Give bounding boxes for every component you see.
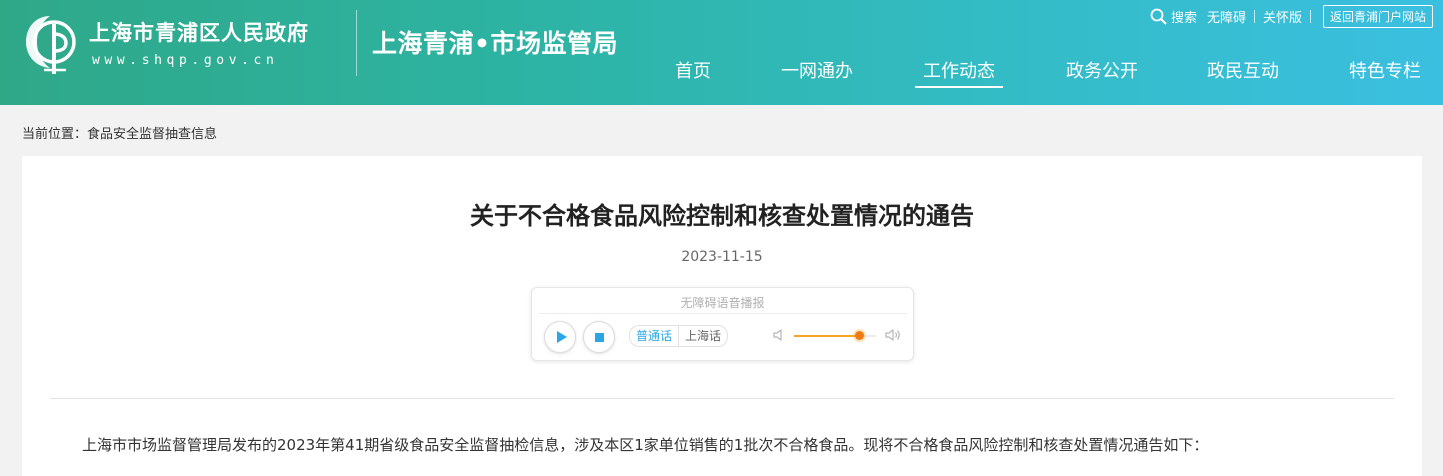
volume-slider-handle[interactable] xyxy=(854,331,864,340)
dialect-shanghainese[interactable]: 上海话 xyxy=(678,326,727,346)
volume-slider-fill xyxy=(794,335,860,337)
main-nav: 首页 一网通办 工作动态 政务公开 政民互动 特色专栏 xyxy=(660,57,1443,88)
nav-item-government-affairs[interactable]: 政务公开 xyxy=(1066,57,1138,83)
top-links: 搜索 无障碍 关怀版 返回青浦门户网站 xyxy=(1150,4,1433,28)
dialect-mandarin[interactable]: 普通话 xyxy=(630,326,678,346)
article-panel: 关于不合格食品风险控制和核查处置情况的通告 2023-11-15 无障碍语音播报… xyxy=(22,156,1422,476)
nav-item-home[interactable]: 首页 xyxy=(675,57,711,83)
article-title: 关于不合格食品风险控制和核查处置情况的通告 xyxy=(470,202,974,230)
search-link-label: 搜索 xyxy=(1170,10,1197,26)
play-button[interactable] xyxy=(544,321,576,353)
nav-item-work-news[interactable]: 工作动态 xyxy=(915,57,1003,88)
play-icon xyxy=(557,331,567,343)
search-link[interactable]: 搜索 xyxy=(1150,7,1197,26)
return-portal-button[interactable]: 返回青浦门户网站 xyxy=(1322,4,1433,28)
breadcrumb-current[interactable]: 食品安全监督抽查信息 xyxy=(87,127,217,142)
volume-high-icon[interactable] xyxy=(884,328,902,342)
voice-player: 无障碍语音播报 普通话 上海话 xyxy=(531,287,914,361)
government-emblem-logo[interactable] xyxy=(22,12,78,76)
breadcrumb: 当前位置：食品安全监督抽查信息 xyxy=(22,123,217,142)
government-name[interactable]: 上海市青浦区人民政府 xyxy=(89,17,309,47)
nav-item-citizen-interaction[interactable]: 政民互动 xyxy=(1207,57,1279,83)
volume-low-icon[interactable] xyxy=(772,328,786,342)
article-divider xyxy=(50,398,1394,399)
accessibility-link[interactable]: 无障碍 xyxy=(1207,7,1246,26)
site-name[interactable]: 上海青浦•市场监管局 xyxy=(372,24,618,60)
nav-item-one-stop-service[interactable]: 一网通办 xyxy=(781,57,853,83)
government-url[interactable]: www.shqp.gov.cn xyxy=(92,53,278,68)
stop-icon xyxy=(595,333,604,342)
volume-slider[interactable] xyxy=(794,331,876,340)
header-divider xyxy=(356,10,357,76)
site-header: 上海市青浦区人民政府 www.shqp.gov.cn 上海青浦•市场监管局 搜索… xyxy=(0,0,1443,105)
article-body-paragraph: 上海市市场监督管理局发布的2023年第41期省级食品安全监督抽检信息，涉及本区1… xyxy=(82,436,1209,454)
nav-item-special-column[interactable]: 特色专栏 xyxy=(1349,57,1421,83)
breadcrumb-prefix: 当前位置： xyxy=(22,127,88,142)
search-icon xyxy=(1150,8,1167,25)
toplink-separator xyxy=(1309,9,1311,23)
voice-player-divider xyxy=(538,313,907,314)
toplink-separator xyxy=(1253,9,1255,23)
elder-mode-link[interactable]: 关怀版 xyxy=(1263,7,1302,26)
stop-button[interactable] xyxy=(583,321,615,353)
dialect-selector: 普通话 上海话 xyxy=(629,325,729,347)
voice-player-title: 无障碍语音播报 xyxy=(680,296,765,310)
article-date: 2023-11-15 xyxy=(681,249,763,265)
